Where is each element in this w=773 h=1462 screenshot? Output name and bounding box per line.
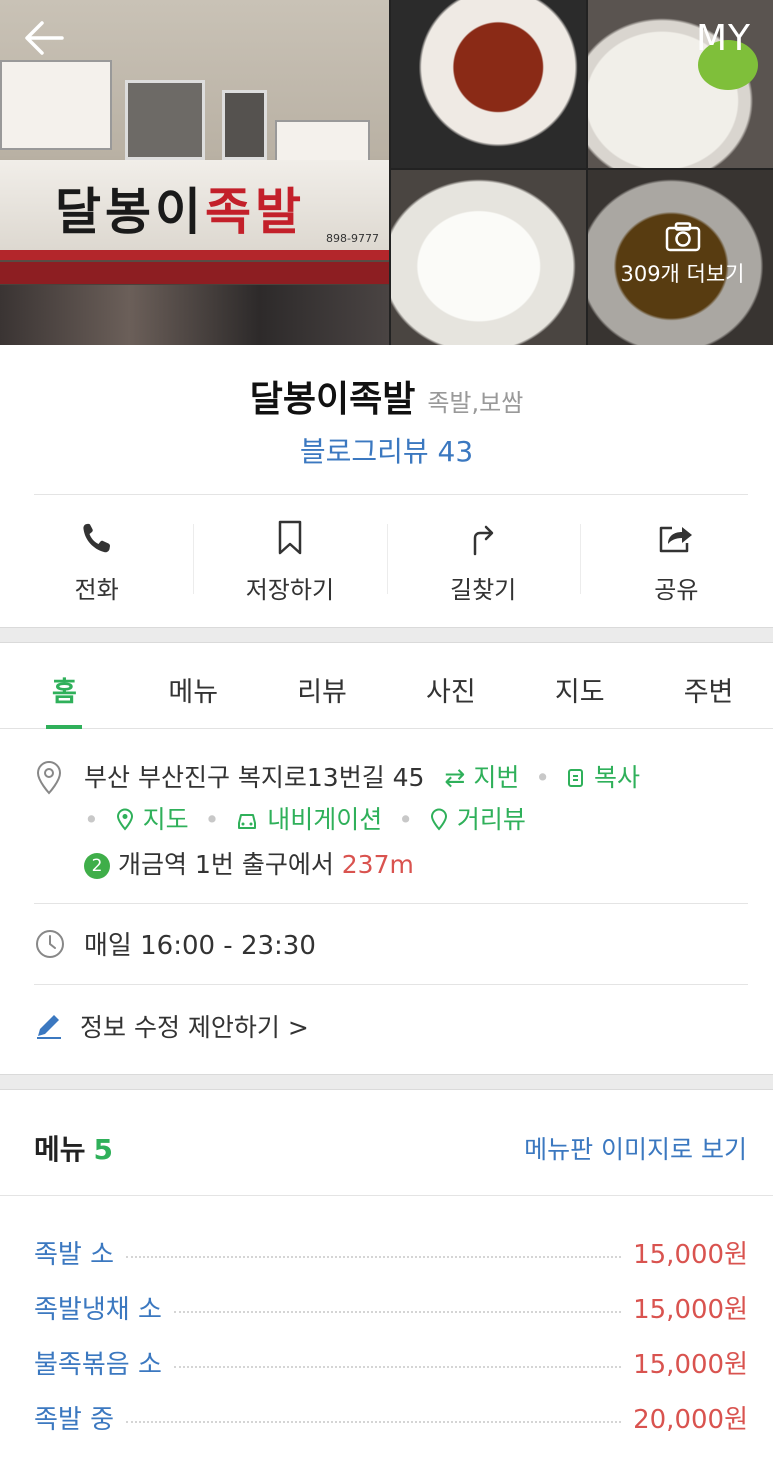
- menu-section-title: 메뉴 5: [34, 1133, 114, 1166]
- dotted-leader: [126, 1255, 622, 1258]
- map-link[interactable]: 지도: [115, 805, 189, 834]
- chevron-right-icon: >: [287, 1013, 309, 1042]
- place-category: 족발,보쌈: [427, 389, 524, 417]
- subway-line-badge: 2: [84, 853, 110, 879]
- phone-icon: [83, 523, 110, 553]
- station-exit: 1번 출구에서: [194, 850, 334, 879]
- back-button[interactable]: [22, 18, 70, 60]
- menu-item[interactable]: 족발 중 20,000원: [34, 1390, 748, 1445]
- dotted-leader: [126, 1420, 622, 1423]
- back-arrow-icon: [25, 21, 64, 55]
- action-bar: 전화 저장하기 길찾기 공유: [0, 518, 773, 608]
- copy-address-button[interactable]: 복사: [566, 763, 640, 792]
- storefront-entrance: [0, 285, 389, 345]
- menu-item[interactable]: 불족볶음 소 15,000원: [34, 1335, 748, 1390]
- storefront-sign-phone: 898-9777: [326, 232, 379, 245]
- pencil-icon: [37, 1015, 61, 1039]
- menu-item-price: 15,000원: [633, 1240, 748, 1270]
- dotted-leader: [173, 1365, 622, 1368]
- tab-reviews[interactable]: 리뷰: [258, 645, 387, 728]
- storefront-sign-text: 달봉이족발: [55, 182, 305, 241]
- food-photo[interactable]: [391, 170, 586, 345]
- station-distance: 237m: [341, 850, 414, 879]
- menu-count: 5: [93, 1133, 114, 1166]
- blog-review-link[interactable]: 블로그리뷰 43: [0, 430, 773, 470]
- tab-photos[interactable]: 사진: [386, 645, 515, 728]
- tab-nearby[interactable]: 주변: [644, 645, 773, 728]
- jibun-toggle[interactable]: ⇄ 지번: [444, 763, 519, 792]
- call-button[interactable]: 전화: [0, 518, 193, 608]
- camera-icon: [665, 222, 700, 252]
- section-separator: [0, 1074, 773, 1090]
- food-photo[interactable]: [391, 0, 586, 168]
- menu-item-price: 15,000원: [633, 1295, 748, 1325]
- save-button[interactable]: 저장하기: [193, 518, 386, 608]
- place-title-area: 달봉이족발 족발,보쌈: [0, 370, 773, 422]
- more-photos-label: 309개 더보기: [620, 262, 745, 286]
- directions-label: 길찾기: [450, 576, 517, 604]
- menu-item[interactable]: 족발 소 15,000원: [34, 1225, 748, 1280]
- storefront-awning: [0, 262, 389, 284]
- menu-item[interactable]: 족발냉채 소 15,000원: [34, 1280, 748, 1335]
- menu-list: 족발 소 15,000원 족발냉채 소 15,000원 불족볶음 소 15,00…: [34, 1225, 748, 1445]
- share-icon: [660, 526, 693, 553]
- menu-item-name: 불족볶음 소: [34, 1350, 162, 1380]
- dotted-leader: [173, 1310, 622, 1313]
- divider: [34, 984, 748, 985]
- map-pin-icon: [116, 808, 133, 831]
- street-view-link[interactable]: 거리뷰: [429, 805, 526, 834]
- share-label: 공유: [654, 576, 699, 604]
- tab-menu[interactable]: 메뉴: [129, 645, 258, 728]
- my-button[interactable]: MY: [696, 18, 751, 59]
- storefront-banner: [0, 60, 112, 150]
- tab-map[interactable]: 지도: [515, 645, 644, 728]
- directions-icon: [473, 525, 494, 556]
- address-text: 부산 부산진구 복지로13번길 45: [84, 763, 425, 792]
- menu-item-name: 족발 중: [34, 1405, 115, 1435]
- share-button[interactable]: 공유: [579, 518, 773, 608]
- section-separator: [0, 627, 773, 643]
- car-icon: [238, 814, 257, 829]
- menu-item-name: 족발냉채 소: [34, 1295, 162, 1325]
- address-links: • 지도 • 내비게이션 • 거리뷰: [84, 805, 526, 834]
- location-pin-icon: [36, 761, 62, 795]
- divider: [0, 1195, 773, 1196]
- photo-grid[interactable]: 달봉이족발 898-9777 309개 더보기 MY: [0, 0, 773, 345]
- save-label: 저장하기: [245, 576, 335, 604]
- subway-info: 2 개금역 1번 출구에서 237m: [84, 845, 414, 881]
- storefront-window: [222, 90, 267, 160]
- clock-icon: [36, 930, 64, 958]
- place-name: 달봉이족발: [249, 379, 416, 420]
- bookmark-icon: [278, 520, 302, 555]
- call-label: 전화: [74, 576, 119, 604]
- storefront-window: [125, 80, 205, 160]
- directions-button[interactable]: 길찾기: [386, 518, 580, 608]
- more-photos-button[interactable]: 309개 더보기: [600, 222, 765, 288]
- tab-home[interactable]: 홈: [0, 645, 129, 729]
- divider: [34, 903, 748, 904]
- divider: [34, 494, 748, 495]
- address-line: 부산 부산진구 복지로13번길 45 ⇄ 지번 • 복사: [84, 763, 640, 792]
- menu-item-name: 족발 소: [34, 1240, 115, 1270]
- suggest-edit-link[interactable]: 정보 수정 제안하기 >: [80, 1008, 309, 1044]
- tab-bar: 홈 메뉴 리뷰 사진 지도 주변: [0, 645, 773, 729]
- station-name: 개금역: [118, 850, 188, 879]
- navigation-link[interactable]: 내비게이션: [235, 805, 382, 834]
- street-view-pin-icon: [430, 808, 447, 831]
- menu-item-price: 20,000원: [633, 1405, 748, 1435]
- business-hours: 매일 16:00 - 23:30: [84, 931, 316, 961]
- copy-icon: [568, 769, 583, 787]
- place-detail-page: 달봉이족발 898-9777 309개 더보기 MY 달봉이족발 족발,보쌈 블로: [0, 0, 773, 1462]
- menu-image-link[interactable]: 메뉴판 이미지로 보기: [524, 1130, 747, 1166]
- menu-item-price: 15,000원: [633, 1350, 748, 1380]
